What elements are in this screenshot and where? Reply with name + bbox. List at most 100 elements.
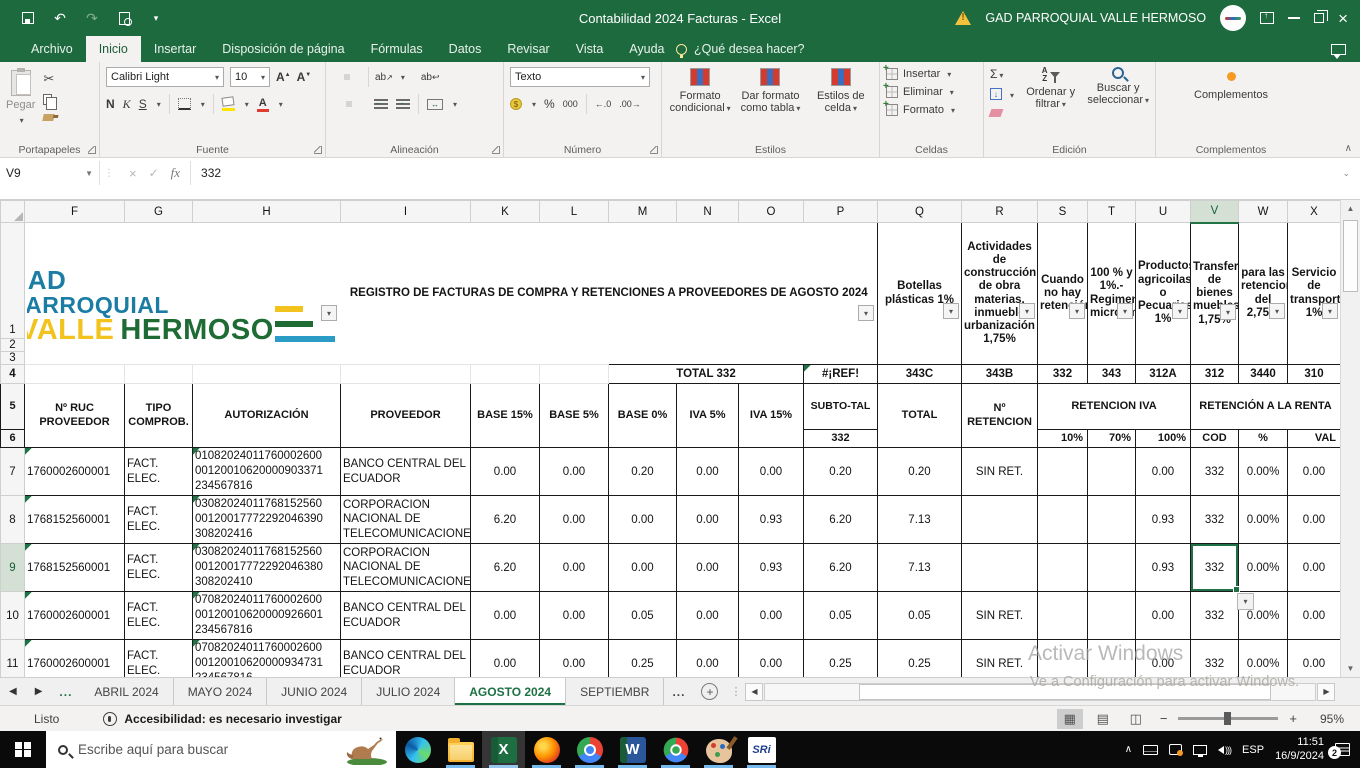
retention-code-cell[interactable]: 312A — [1136, 365, 1191, 384]
logo-cell[interactable]: GAD PARROQUIAL VALLEHERMOSO — [25, 223, 341, 365]
cell-pct[interactable]: 0.00% — [1239, 640, 1288, 678]
cell-base5[interactable]: 0.00 — [540, 496, 609, 544]
total-332-cell[interactable]: TOTAL 332 — [609, 365, 804, 384]
cell-base15[interactable]: 0.00 — [471, 448, 540, 496]
retention-category-cell[interactable]: Servicio de transporte 1% — [1288, 223, 1341, 365]
sort-filter-button[interactable]: AZ Ordenar y filtrar — [1022, 67, 1079, 141]
cell-iva5[interactable]: 0.00 — [677, 640, 739, 678]
file-explorer-icon[interactable] — [439, 731, 482, 768]
zoom-out-icon[interactable]: − — [1156, 711, 1172, 726]
cell-base5[interactable]: 0.00 — [540, 448, 609, 496]
column-header[interactable]: T — [1088, 201, 1136, 223]
chevron-down-icon[interactable] — [155, 98, 161, 110]
header-num-retencion[interactable]: Nº RETENCION — [962, 384, 1038, 448]
clipboard-dialog-launcher[interactable] — [88, 146, 96, 154]
row-header[interactable]: 9 — [1, 544, 25, 592]
filter-dropdown-icon[interactable] — [1019, 303, 1035, 319]
cell-cod[interactable]: 332 — [1191, 496, 1239, 544]
cell-ret10[interactable] — [1038, 544, 1088, 592]
start-button[interactable] — [0, 731, 46, 768]
header-70pct[interactable]: 70% — [1088, 430, 1136, 448]
ref-error-cell[interactable]: #¡REF! — [804, 365, 878, 384]
taskbar-search[interactable]: Escribe aquí para buscar — [46, 731, 396, 768]
cell-subtotal[interactable]: 0.20 — [804, 448, 878, 496]
cell-num-retencion[interactable] — [962, 496, 1038, 544]
sheet-tab[interactable]: AGOSTO 2024 — [455, 678, 566, 705]
cell-total[interactable]: 7.13 — [878, 496, 962, 544]
warning-icon[interactable] — [955, 11, 971, 25]
number-format-select[interactable]: Texto — [510, 67, 650, 87]
undo-icon[interactable] — [52, 10, 68, 26]
cells-button[interactable]: Eliminar — [886, 86, 977, 98]
cell-base5[interactable]: 0.00 — [540, 544, 609, 592]
cell-ruc[interactable]: 1760002600001 — [25, 448, 125, 496]
select-all-corner[interactable] — [1, 201, 25, 223]
decrease-decimal-button[interactable]: .00→ — [619, 99, 641, 109]
retention-code-cell[interactable]: 3440 — [1239, 365, 1288, 384]
formula-input[interactable]: 332 — [191, 166, 1342, 180]
header-base5[interactable]: BASE 5% — [540, 384, 609, 448]
cell-total[interactable]: 0.20 — [878, 448, 962, 496]
cell-ret100[interactable]: 0.00 — [1136, 448, 1191, 496]
style-button[interactable]: Estilos de celda — [809, 68, 873, 141]
cell-autorizacion[interactable]: 07082024011760002600 0012001062000092660… — [193, 592, 341, 640]
retention-category-cell[interactable]: Botellas plásticas 1% — [878, 223, 962, 365]
more-sheets-left[interactable]: ... — [51, 678, 80, 705]
cell-ruc[interactable]: 1760002600001 — [25, 592, 125, 640]
retention-category-cell[interactable]: Transferencia de bienes muebles 1,75% — [1191, 223, 1239, 365]
cell-num-retencion[interactable]: SIN RET. — [962, 448, 1038, 496]
fill-color-button[interactable] — [222, 97, 235, 111]
cell-cod[interactable]: 332 — [1191, 448, 1239, 496]
column-header[interactable]: V — [1191, 201, 1239, 223]
cell-ret70[interactable] — [1088, 640, 1136, 678]
fill-button[interactable]: ↓ — [990, 87, 1014, 101]
vertical-scrollbar[interactable]: ▲ ▼ — [1340, 200, 1360, 677]
sri-icon[interactable]: SRi — [740, 731, 783, 768]
firefox-icon[interactable] — [525, 731, 568, 768]
cell-tipo[interactable]: FACT. ELEC. — [125, 448, 193, 496]
addins-button[interactable]: Complementos — [1194, 89, 1268, 101]
align-right-button[interactable] — [360, 101, 366, 107]
tray-expand-icon[interactable]: ∧ — [1125, 744, 1132, 755]
chevron-down-icon[interactable] — [399, 71, 405, 83]
cell-ret100[interactable]: 0.93 — [1136, 544, 1191, 592]
notifications-icon[interactable]: 2 — [1335, 743, 1350, 756]
avatar[interactable] — [1220, 5, 1246, 31]
minimize-button[interactable] — [1288, 17, 1300, 19]
cell-val[interactable]: 0.00 — [1288, 592, 1341, 640]
cell-ret10[interactable] — [1038, 592, 1088, 640]
font-name-select[interactable]: Calibri Light — [106, 67, 224, 87]
cell-iva15[interactable]: 0.00 — [739, 640, 804, 678]
page-layout-view-icon[interactable]: ▤ — [1090, 709, 1116, 729]
align-top-button[interactable] — [332, 74, 338, 80]
ribbon-tab[interactable]: Inicio — [86, 36, 141, 62]
cell-base0[interactable]: 0.25 — [609, 640, 677, 678]
row-header[interactable]: 10 — [1, 592, 25, 640]
ribbon-tab[interactable]: Disposición de página — [209, 36, 357, 62]
column-header[interactable]: O — [739, 201, 804, 223]
cells-button[interactable]: Insertar — [886, 68, 977, 80]
ribbon-tab[interactable]: Archivo — [18, 36, 86, 62]
find-select-button[interactable]: Buscar y seleccionar — [1087, 67, 1149, 141]
cell-ruc[interactable]: 1768152560001 — [25, 496, 125, 544]
word-icon[interactable]: W — [611, 731, 654, 768]
italic-button[interactable]: K — [123, 97, 131, 112]
alignment-dialog-launcher[interactable] — [492, 146, 500, 154]
header-autorizacion[interactable]: AUTORIZACIÓN — [193, 384, 341, 448]
column-header[interactable]: S — [1038, 201, 1088, 223]
ribbon-tab[interactable]: Vista — [563, 36, 617, 62]
cell-proveedor[interactable]: BANCO CENTRAL DEL ECUADOR — [341, 448, 471, 496]
grow-font-button[interactable]: A▲ — [276, 70, 291, 84]
cell-base0[interactable]: 0.20 — [609, 448, 677, 496]
collapse-ribbon-icon[interactable]: ∧ — [1345, 143, 1352, 154]
cell-base0[interactable]: 0.00 — [609, 496, 677, 544]
scroll-up-icon[interactable]: ▲ — [1341, 200, 1360, 217]
cell-iva15[interactable]: 0.00 — [739, 448, 804, 496]
cell-ret100[interactable]: 0.00 — [1136, 640, 1191, 678]
cell-tipo[interactable]: FACT. ELEC. — [125, 640, 193, 678]
row-header[interactable]: 2 — [1, 339, 25, 352]
header-tipo[interactable]: TIPO COMPROB. — [125, 384, 193, 448]
underline-button[interactable]: S — [139, 97, 147, 111]
header-10pct[interactable]: 10% — [1038, 430, 1088, 448]
restore-button[interactable] — [1314, 13, 1324, 23]
